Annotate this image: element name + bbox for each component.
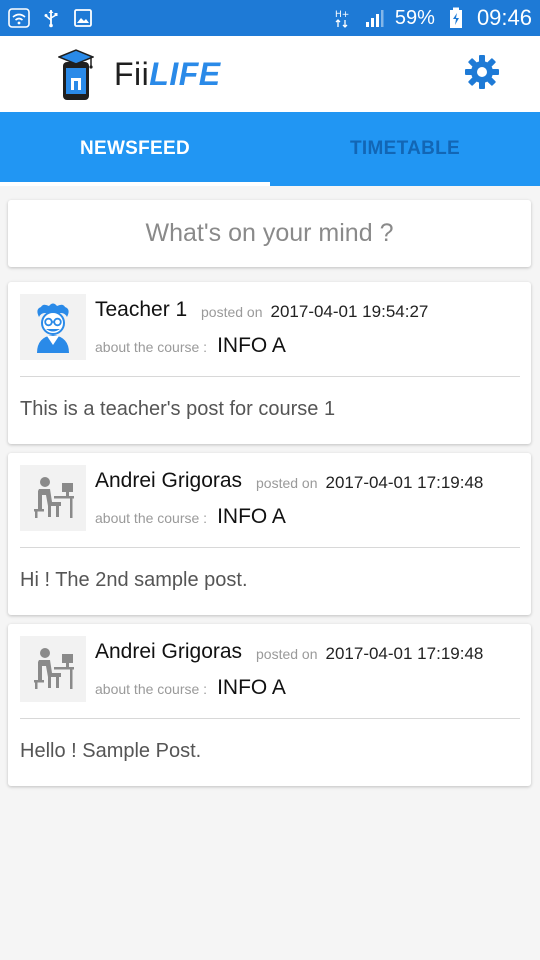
post-card[interactable]: Andrei Grigoras posted on 2017-04-01 17:… [8,453,531,615]
tab-bar: NEWSFEED TIMETABLE [0,112,540,186]
post-meta: posted on 2017-04-01 17:19:48 [256,644,483,664]
tab-newsfeed[interactable]: NEWSFEED [0,112,270,186]
about-course-label: about the course : [95,681,208,697]
clock: 09:46 [476,5,532,30]
divider [20,718,520,719]
tab-timetable-label: TIMETABLE [349,138,460,159]
usb-icon [40,8,62,28]
course-row: about the course : INFO A [95,676,286,700]
network-hplus-icon: H+ [331,8,353,28]
post-timestamp: 2017-04-01 17:19:48 [325,473,484,492]
divider [20,376,520,377]
course-row: about the course : INFO A [95,505,286,529]
status-bar: H+ 59% 09:46 [0,0,540,36]
tab-timetable[interactable]: TIMETABLE [270,112,540,186]
post-card[interactable]: Andrei Grigoras posted on 2017-04-01 17:… [8,624,531,786]
status-right: H+ 59% 09:46 [331,5,532,31]
active-tab-indicator [0,182,270,186]
posted-on-label: posted on [256,646,318,662]
svg-text:H+: H+ [335,10,349,20]
signal-icon [363,8,385,28]
whats-on-your-mind-input[interactable] [8,200,531,267]
student-avatar [20,465,86,531]
brand-suffix: LIFE [149,56,221,92]
student-avatar [20,636,86,702]
post-author: Andrei Grigoras [95,640,243,663]
app-brand: FiiLIFE [114,56,221,93]
post-timestamp: 2017-04-01 19:54:27 [270,302,429,321]
course-name: INFO A [217,334,286,357]
gear-icon [464,54,500,95]
tab-newsfeed-label: NEWSFEED [79,138,191,159]
battery-charging-icon [445,7,467,28]
course-row: about the course : INFO A [95,334,286,358]
battery-percent: 59% [394,6,435,29]
gallery-icon [72,8,94,28]
wifi-icon [8,8,30,28]
graduation-phone-logo-icon [57,48,95,102]
brand-prefix: Fii [114,56,150,92]
teacher-avatar [20,294,86,360]
post-author: Andrei Grigoras [95,469,243,492]
post-body: This is a teacher's post for course 1 [20,398,336,420]
post-meta: posted on 2017-04-01 19:54:27 [201,302,428,322]
post-author: Teacher 1 [95,298,188,321]
course-name: INFO A [217,505,286,528]
posted-on-label: posted on [256,475,318,491]
post-timestamp: 2017-04-01 17:19:48 [325,644,484,663]
post-meta: posted on 2017-04-01 17:19:48 [256,473,483,493]
about-course-label: about the course : [95,339,208,355]
post-body: Hello ! Sample Post. [20,740,202,762]
post-body: Hi ! The 2nd sample post. [20,569,248,591]
about-course-label: about the course : [95,510,208,526]
course-name: INFO A [217,676,286,699]
divider [20,547,520,548]
status-left [8,8,94,28]
post-card[interactable]: Teacher 1 posted on 2017-04-01 19:54:27 … [8,282,531,444]
posted-on-label: posted on [201,304,263,320]
post-composer [8,200,531,267]
settings-button[interactable] [462,54,502,94]
app-header: FiiLIFE [0,36,540,112]
